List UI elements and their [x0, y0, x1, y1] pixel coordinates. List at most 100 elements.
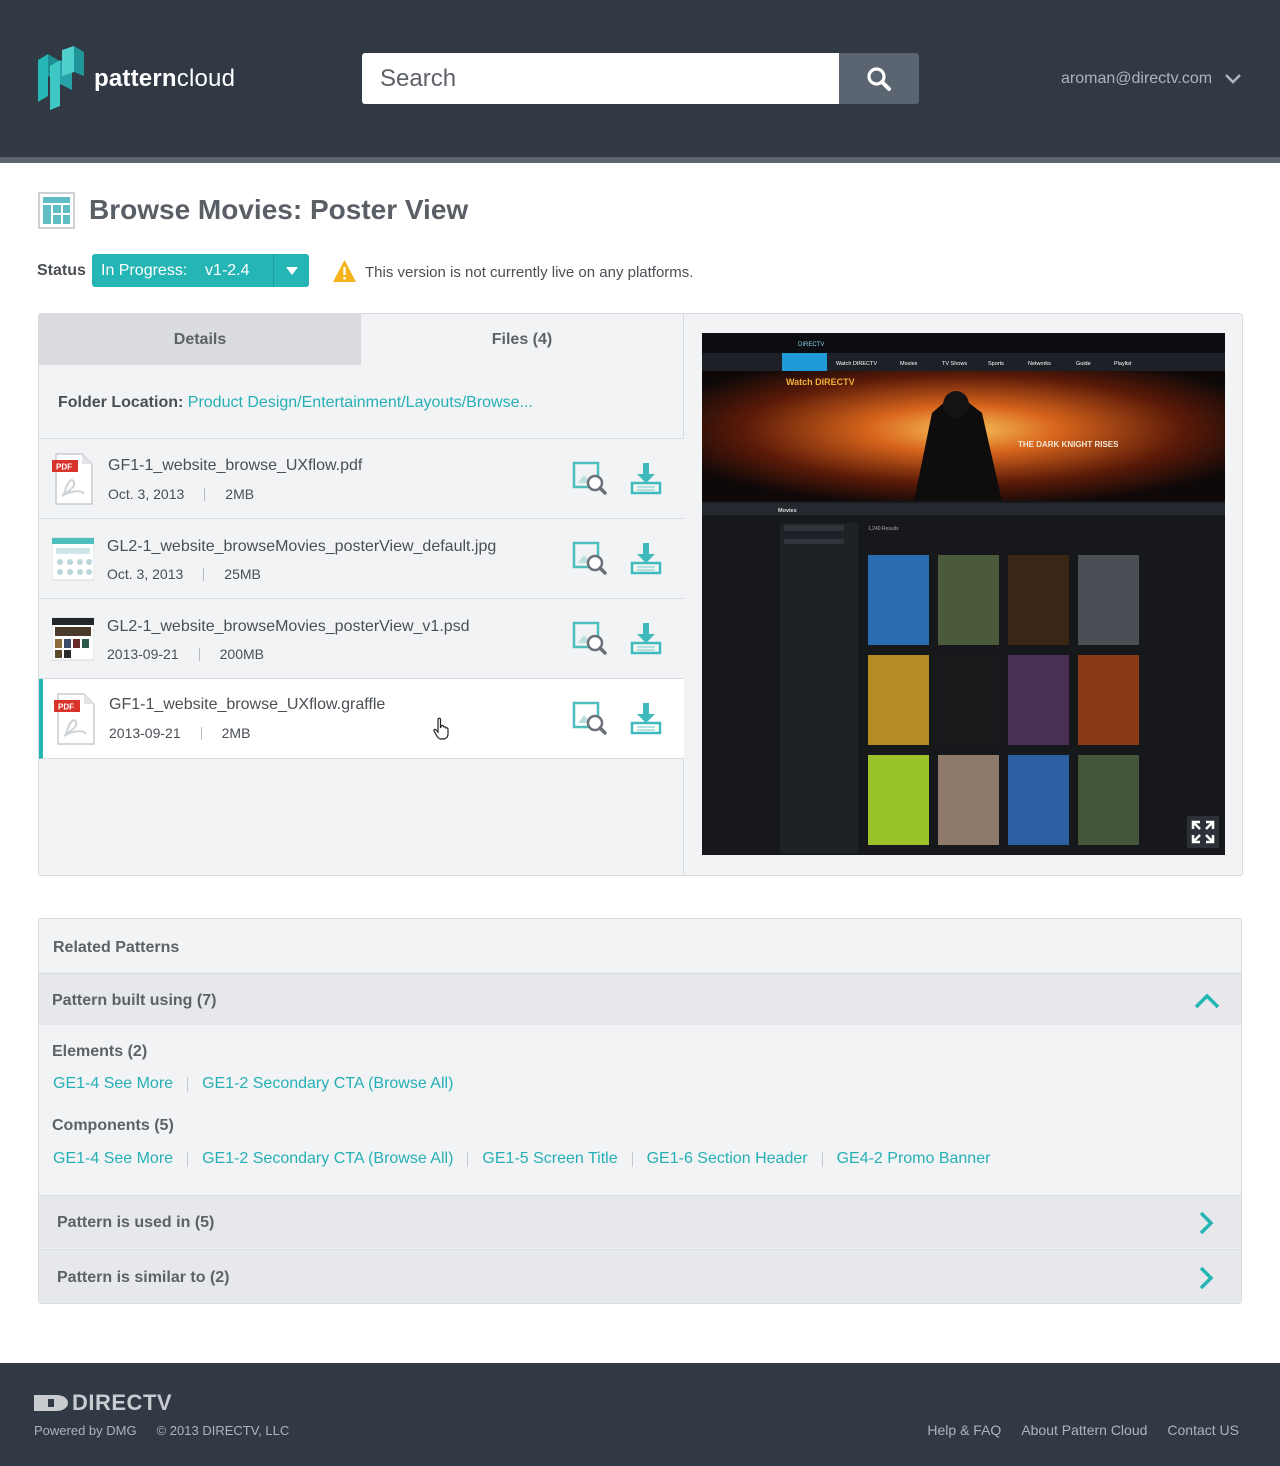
- footer-link-contact[interactable]: Contact US: [1167, 1422, 1239, 1438]
- directv-logo: DIRECTV: [34, 1390, 173, 1415]
- pdf-file-icon: PDF: [54, 693, 95, 745]
- hand-cursor-icon: [433, 717, 449, 740]
- component-link[interactable]: GE1-2 Secondary CTA (Browse All): [202, 1150, 453, 1168]
- file-size: 2MB: [221, 725, 251, 741]
- tab-details[interactable]: Details: [39, 314, 361, 365]
- files-column: Details Files (4) Folder Location: Produ…: [39, 314, 684, 875]
- folder-location-link[interactable]: Product Design/Entertainment/Layouts/Bro…: [188, 394, 533, 411]
- file-name[interactable]: GF1-1_website_browse_UXflow.graffle: [109, 696, 385, 714]
- fullscreen-button[interactable]: [1187, 816, 1219, 848]
- caret-down-icon: [285, 266, 298, 275]
- status-warning-text: This version is not currently live on an…: [365, 264, 694, 281]
- file-meta: 2013-09-21 2MB: [109, 725, 250, 741]
- component-link[interactable]: GE4-2 Promo Banner: [837, 1150, 991, 1168]
- search-icon: [867, 66, 891, 91]
- component-link[interactable]: GE1-6 Section Header: [647, 1150, 808, 1168]
- folder-location-label: Folder Location:: [58, 394, 184, 411]
- copyright: © 2013 DIRECTV, LLC: [156, 1423, 290, 1438]
- svg-text:Movies: Movies: [900, 361, 918, 367]
- svg-text:Movies: Movies: [778, 508, 797, 514]
- patterncloud-logo-icon: [38, 46, 84, 110]
- psd-thumbnail: [52, 617, 94, 661]
- chevron-right-icon[interactable]: [1197, 1210, 1215, 1236]
- preview-icon[interactable]: [572, 621, 608, 657]
- pdf-file-icon: PDF: [52, 453, 93, 505]
- pattern-used-in-header[interactable]: Pattern is used in (5): [39, 1195, 1241, 1248]
- status-caret[interactable]: [273, 254, 309, 287]
- svg-text:Watch DIRECTV: Watch DIRECTV: [836, 361, 877, 367]
- pattern-built-using-header[interactable]: Pattern built using (7): [39, 973, 1241, 1025]
- directv-movies-screenshot: DIRECTV Watch DIRECTV Movies TV Shows Sp…: [702, 333, 1225, 855]
- warning-icon: [333, 260, 356, 282]
- status-value: In Progress: v1-2.4: [101, 261, 250, 279]
- file-size: 25MB: [224, 566, 261, 582]
- pattern-similar-to-label: Pattern is similar to (2): [57, 1269, 230, 1286]
- svg-text:Watch DIRECTV: Watch DIRECTV: [786, 377, 855, 387]
- svg-text:Guide: Guide: [1076, 361, 1091, 367]
- pattern-used-in-label: Pattern is used in (5): [57, 1214, 215, 1231]
- element-link[interactable]: GE1-2 Secondary CTA (Browse All): [202, 1075, 453, 1093]
- powered-by: Powered by DMG: [34, 1423, 137, 1438]
- search-button[interactable]: [839, 53, 919, 104]
- svg-text:Playlist: Playlist: [1114, 361, 1132, 367]
- directv-logo-icon: [34, 1395, 68, 1411]
- file-date: Oct. 3, 2013: [107, 566, 184, 582]
- component-link[interactable]: GE1-4 See More: [53, 1150, 173, 1168]
- file-meta: Oct. 3, 2013 25MB: [107, 566, 261, 582]
- status-dropdown[interactable]: In Progress: v1-2.4: [92, 254, 309, 287]
- file-size: 200MB: [219, 646, 264, 662]
- preview-icon[interactable]: [572, 461, 608, 497]
- file-list: PDF GF1-1_website_browse_UXflow.pdf Oct.…: [39, 438, 684, 759]
- page-title: Browse Movies: Poster View: [89, 194, 469, 225]
- preview-icon[interactable]: [572, 701, 608, 737]
- svg-text:TV Shows: TV Shows: [942, 361, 967, 367]
- tab-files[interactable]: Files (4): [361, 314, 683, 365]
- file-name[interactable]: GL2-1_website_browseMovies_posterView_de…: [107, 538, 496, 556]
- user-menu[interactable]: aroman@directv.com: [1061, 70, 1242, 88]
- image-thumbnail: [52, 537, 94, 581]
- download-icon[interactable]: [628, 701, 664, 737]
- directv-wordmark: DIRECTV: [72, 1390, 173, 1415]
- file-name[interactable]: GF1-1_website_browse_UXflow.pdf: [108, 457, 362, 475]
- file-row[interactable]: GL2-1_website_browseMovies_posterView_v1…: [39, 599, 684, 679]
- file-preview-image[interactable]: DIRECTV Watch DIRECTV Movies TV Shows Sp…: [702, 333, 1225, 855]
- download-icon[interactable]: [628, 541, 664, 577]
- logo-wordmark: patterncloud: [94, 65, 236, 92]
- patterncloud-logo[interactable]: patterncloud: [36, 46, 246, 110]
- preview-icon[interactable]: [572, 541, 608, 577]
- header-divider: [0, 157, 1280, 163]
- related-patterns-panel: Related Patterns Pattern built using (7)…: [38, 918, 1242, 1304]
- element-link[interactable]: GE1-4 See More: [53, 1075, 173, 1093]
- file-meta: Oct. 3, 2013 2MB: [108, 486, 254, 502]
- top-header: patterncloud aroman@directv.com: [0, 0, 1280, 157]
- file-date: 2013-09-21: [109, 725, 181, 741]
- pattern-similar-to-header[interactable]: Pattern is similar to (2): [39, 1249, 1241, 1303]
- components-title: Components (5): [52, 1117, 174, 1134]
- expand-icon: [1191, 820, 1215, 844]
- components-links: GE1-4 See More GE1-2 Secondary CTA (Brow…: [53, 1150, 990, 1168]
- file-row-selected[interactable]: PDF GF1-1_website_browse_UXflow.graffle …: [39, 679, 684, 759]
- component-link[interactable]: GE1-5 Screen Title: [482, 1150, 617, 1168]
- footer-link-help[interactable]: Help & FAQ: [927, 1422, 1001, 1438]
- elements-title: Elements (2): [52, 1043, 148, 1060]
- chevron-right-icon[interactable]: [1197, 1265, 1215, 1291]
- file-name[interactable]: GL2-1_website_browseMovies_posterView_v1…: [107, 618, 470, 636]
- footer-link-about[interactable]: About Pattern Cloud: [1021, 1422, 1147, 1438]
- pattern-built-using-label: Pattern built using (7): [52, 992, 217, 1009]
- file-meta: 2013-09-21 200MB: [107, 646, 264, 662]
- user-email: aroman@directv.com: [1061, 70, 1213, 87]
- svg-text:THE DARK KNIGHT RISES: THE DARK KNIGHT RISES: [1018, 440, 1119, 449]
- chevron-up-icon[interactable]: [1193, 992, 1221, 1010]
- file-row[interactable]: PDF GF1-1_website_browse_UXflow.pdf Oct.…: [39, 439, 684, 519]
- folder-location: Folder Location: Product Design/Entertai…: [58, 394, 533, 412]
- related-patterns-title: Related Patterns: [53, 939, 180, 956]
- elements-links: GE1-4 See More GE1-2 Secondary CTA (Brow…: [53, 1075, 453, 1093]
- download-icon[interactable]: [628, 621, 664, 657]
- files-panel: Details Files (4) Folder Location: Produ…: [38, 313, 1243, 876]
- footer-links: Help & FAQ About Pattern Cloud Contact U…: [927, 1422, 1239, 1438]
- download-icon[interactable]: [628, 461, 664, 497]
- svg-text:Sports: Sports: [988, 361, 1004, 367]
- search-input[interactable]: [362, 53, 839, 104]
- file-row[interactable]: GL2-1_website_browseMovies_posterView_de…: [39, 519, 684, 599]
- file-date: Oct. 3, 2013: [108, 486, 185, 502]
